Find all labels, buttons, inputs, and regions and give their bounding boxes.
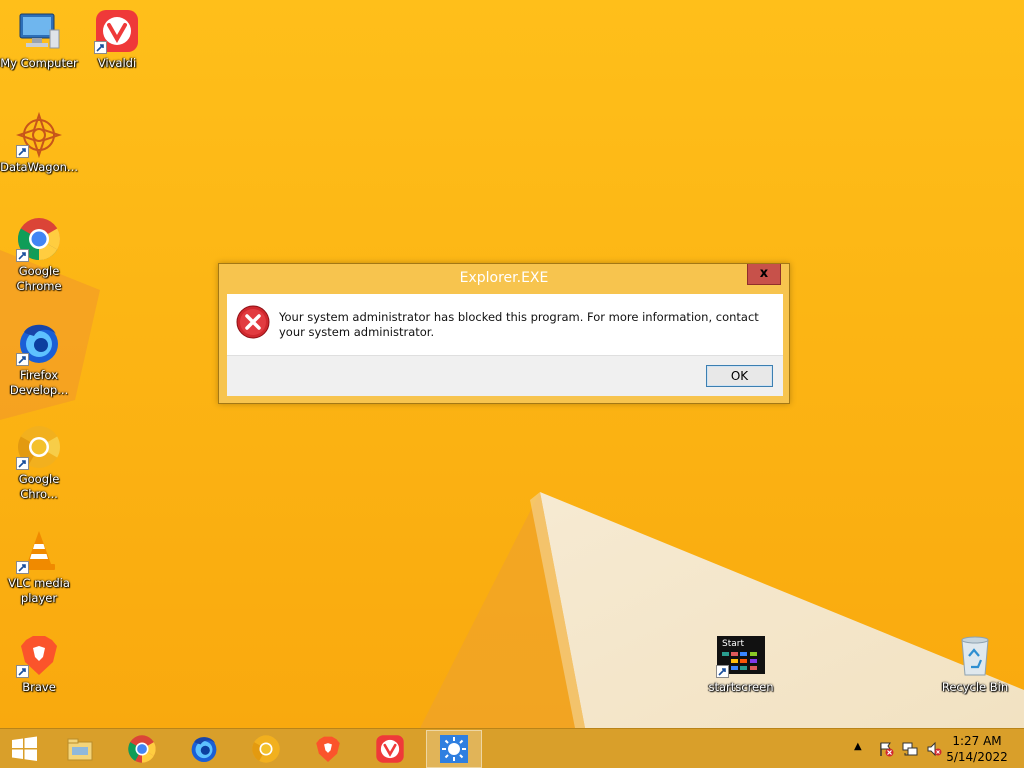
network-icon[interactable] [902,741,918,757]
taskbar-brave[interactable] [300,730,356,768]
shortcut-arrow-icon [16,353,29,366]
app-sun-icon [440,735,468,763]
shortcut-arrow-icon [94,41,107,54]
error-icon [236,305,270,339]
chrome-icon [128,735,156,763]
taskbar-firefox-developer[interactable] [176,730,232,768]
shortcut-arrow-icon [16,457,29,470]
chrome-canary-icon [16,424,62,470]
vivaldi-icon [376,735,404,763]
vivaldi-icon [94,8,140,54]
desktop-icon-google-chrome-canary[interactable]: Google Chro... [0,424,78,502]
taskbar-file-explorer[interactable] [52,730,108,768]
dialog-footer: OK [227,355,783,396]
close-button[interactable]: x [747,264,781,285]
clock[interactable]: 1:27 AM 5/14/2022 [942,733,1012,765]
desktop-icon-label: Google Chrome [16,264,62,293]
desktop-icon-label: Google Chro... [18,472,60,501]
shortcut-arrow-icon [716,665,729,678]
file-explorer-icon [67,738,93,761]
vlc-icon [16,528,62,574]
clock-time: 1:27 AM [952,734,1002,748]
desktop-icon-label: DataWagon... [0,160,78,174]
desktop-icon-google-chrome[interactable]: Google Chrome [0,216,78,294]
firefox-developer-icon [191,737,217,763]
dialog-message: Your system administrator has blocked th… [279,310,759,339]
recycle-bin-icon [952,632,998,678]
volume-muted-icon[interactable] [926,741,942,757]
desktop-icon-label: Brave [22,680,56,694]
show-hidden-icons-chevron[interactable]: ▲ [854,741,862,752]
taskbar-chrome-canary[interactable] [238,730,294,768]
brave-icon [16,632,62,678]
ok-button[interactable]: OK [706,365,773,387]
shortcut-arrow-icon [16,249,29,262]
desktop-icon-label: Recycle Bin [941,680,1009,694]
dialog-titlebar[interactable]: Explorer.EXE x [219,264,789,293]
brave-icon [316,736,340,763]
desktop-icon-my-computer[interactable]: My Computer [0,8,78,71]
desktop-icon-label: My Computer [0,56,78,70]
desktop-icon-label: Firefox Develop... [9,368,69,397]
system-tray: ▲ 1:27 AM 5/14/2022 [834,729,1024,768]
startscreen-thumb-text: Start [722,639,744,649]
clock-date: 5/14/2022 [946,750,1008,764]
taskbar-active-app[interactable] [426,730,482,768]
error-dialog[interactable]: Explorer.EXE x Your system administrator… [218,263,790,404]
action-center-flag-icon[interactable] [878,741,894,757]
desktop-icon-vlc[interactable]: VLC media player [0,528,78,606]
taskbar-vivaldi[interactable] [362,730,418,768]
start-button-windows-icon[interactable] [4,733,44,765]
desktop-icon-firefox-developer[interactable]: Firefox Develop... [0,320,78,398]
chrome-icon [16,216,62,262]
desktop-icon-vivaldi[interactable]: Vivaldi [78,8,156,71]
dialog-title: Explorer.EXE [459,270,549,286]
dialog-content: Your system administrator has blocked th… [227,294,783,355]
shortcut-arrow-icon [16,665,29,678]
desktop-icon-label: Vivaldi [97,56,137,70]
desktop-icon-brave[interactable]: Brave [0,632,78,695]
shortcut-arrow-icon [16,561,29,574]
datawagon-icon [15,111,63,159]
taskbar-chrome[interactable] [114,730,170,768]
chrome-canary-icon [252,735,280,763]
startscreen-icon: Start [716,632,766,678]
desktop-icon-datawagon[interactable]: DataWagon... [0,111,78,175]
desktop-icon-label: startscreen [708,680,774,694]
desktop-icon-label: VLC media player [8,576,70,605]
computer-icon [16,8,62,54]
taskbar: ▲ 1:27 AM 5/14/2022 [0,728,1024,768]
desktop-icon-startscreen[interactable]: Start startscreen [702,632,780,695]
desktop-icon-recycle-bin[interactable]: Recycle Bin [936,632,1014,695]
firefox-developer-icon [16,320,62,366]
shortcut-arrow-icon [16,145,29,158]
